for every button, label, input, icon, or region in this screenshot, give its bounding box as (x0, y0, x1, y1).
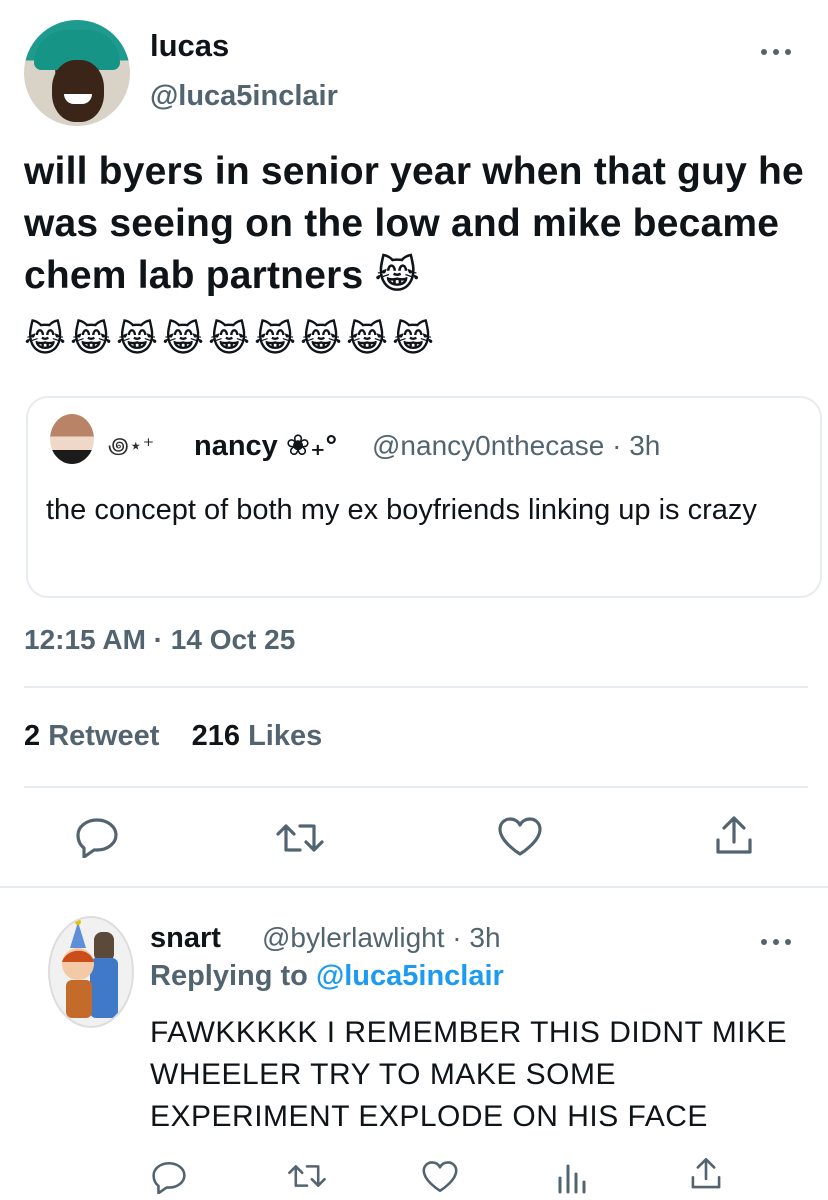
emoji-row: 😹 😹 😹 😹 😹 😹 😹 😹 😹 (24, 318, 436, 359)
tweet-stats: 2 Retweet 216 Likes (24, 720, 322, 753)
replying-to-label: Replying to (150, 960, 308, 992)
retweet-icon[interactable] (286, 1160, 328, 1192)
author-handle[interactable]: @luca5inclair (150, 80, 338, 113)
reply-author-name[interactable]: snart (150, 922, 221, 955)
laughing-cat-emoji: 😹 (300, 318, 343, 359)
quoted-author-name: nancy ❀₊° (194, 430, 338, 462)
heart-icon[interactable] (420, 1160, 460, 1194)
reply-icon[interactable] (74, 816, 120, 858)
divider (0, 886, 828, 888)
laughing-cat-emoji: 😹 (392, 318, 435, 359)
laughing-cat-emoji: 😹 (346, 318, 389, 359)
divider (24, 786, 808, 788)
laughing-cat-emoji: 😹 (254, 318, 297, 359)
author-name[interactable]: lucas (150, 28, 229, 64)
reply-icon[interactable] (150, 1160, 188, 1194)
quoted-tweet-text: the concept of both my ex boyfriends lin… (46, 494, 757, 526)
quoted-decoration: ꩜⋆⁺ (108, 433, 155, 458)
likes-label[interactable]: Likes (248, 720, 322, 752)
quoted-author-avatar (50, 414, 94, 464)
laughing-cat-emoji: 😹 (116, 318, 159, 359)
share-icon[interactable] (688, 1156, 724, 1192)
divider (24, 686, 808, 688)
share-icon[interactable] (712, 814, 756, 858)
laughing-cat-emoji: 😹 (70, 318, 113, 359)
replying-to: Replying to @luca5inclair (150, 960, 504, 993)
reply-author-handle[interactable]: @bylerlawlight · 3h (262, 922, 501, 954)
laughing-cat-emoji: 😹 (24, 318, 67, 359)
tweet-timestamp[interactable]: 12:15 AM · 14 Oct 25 (24, 624, 295, 656)
retweet-count[interactable]: 2 (24, 720, 40, 752)
laughing-cat-emoji: 😹 (208, 318, 251, 359)
quoted-author-handle: @nancy0nthecase · 3h (372, 430, 661, 461)
retweet-label[interactable]: Retweet (48, 720, 159, 752)
tweet-text: will byers in senior year when that guy … (24, 150, 804, 297)
reply-author-avatar[interactable] (48, 916, 134, 1028)
retweet-icon[interactable] (274, 818, 326, 858)
laughing-cat-emoji: 😹 (162, 318, 205, 359)
replying-to-mention[interactable]: @luca5inclair (316, 960, 504, 992)
reply-text: FAWKKKKK I REMEMBER THIS DIDNT MIKE WHEE… (150, 1016, 788, 1133)
likes-count[interactable]: 216 (192, 720, 240, 752)
more-icon[interactable] (756, 40, 796, 64)
more-icon[interactable] (756, 930, 796, 959)
views-icon[interactable] (556, 1158, 588, 1194)
heart-icon[interactable] (496, 816, 544, 858)
author-avatar[interactable] (24, 20, 130, 126)
